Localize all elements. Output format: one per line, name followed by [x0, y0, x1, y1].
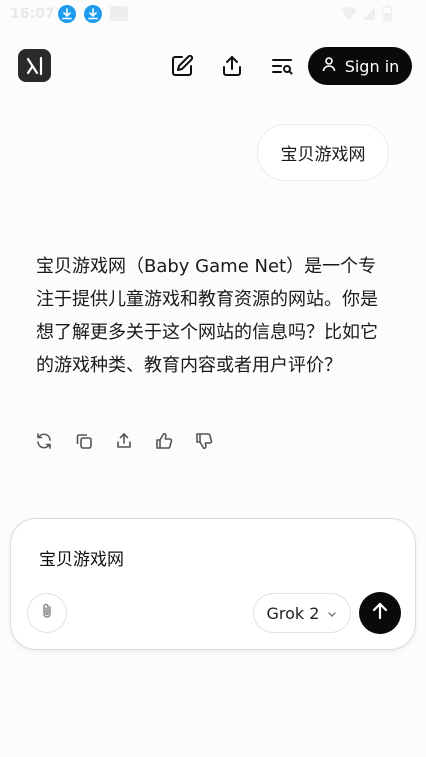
model-label: Grok 2	[266, 603, 320, 623]
copy-icon[interactable]	[74, 431, 94, 451]
signal-icon	[362, 5, 376, 25]
notification-icon	[110, 6, 128, 21]
chevron-down-icon	[327, 604, 337, 623]
grok-logo[interactable]	[18, 49, 51, 82]
history-icon[interactable]	[269, 53, 295, 79]
reply-actions	[34, 431, 214, 453]
attach-button[interactable]	[27, 593, 67, 633]
download-icon	[58, 5, 76, 23]
wifi-icon	[340, 5, 358, 25]
status-time: 16:07	[10, 6, 55, 22]
user-icon	[321, 56, 337, 76]
sign-in-button[interactable]: Sign in	[308, 47, 412, 85]
message-input[interactable]: 宝贝游戏网	[39, 545, 379, 570]
thumbs-down-icon[interactable]	[194, 431, 214, 451]
status-bar: 16:07	[0, 0, 426, 28]
app-screen: 16:07 Sign in 宝贝游戏网 宝贝游戏网（Baby Game Net）…	[0, 0, 426, 757]
send-arrow-icon	[370, 601, 390, 625]
sign-in-label: Sign in	[344, 56, 400, 76]
share-icon[interactable]	[219, 53, 245, 79]
new-chat-icon[interactable]	[169, 53, 195, 79]
share-icon[interactable]	[114, 431, 134, 451]
user-message-bubble: 宝贝游戏网	[257, 124, 389, 181]
attach-icon	[38, 602, 56, 624]
send-button[interactable]	[359, 592, 401, 634]
assistant-reply: 宝贝游戏网（Baby Game Net）是一个专注于提供儿童游戏和教育资源的网站…	[36, 256, 378, 376]
regenerate-icon[interactable]	[34, 431, 54, 451]
model-selector[interactable]: Grok 2	[253, 593, 351, 633]
message-composer: 宝贝游戏网 Grok 2	[10, 518, 416, 650]
download-icon	[84, 5, 102, 23]
thumbs-up-icon[interactable]	[154, 431, 174, 451]
user-message-text: 宝贝游戏网	[280, 145, 366, 165]
battery-icon	[381, 5, 393, 26]
